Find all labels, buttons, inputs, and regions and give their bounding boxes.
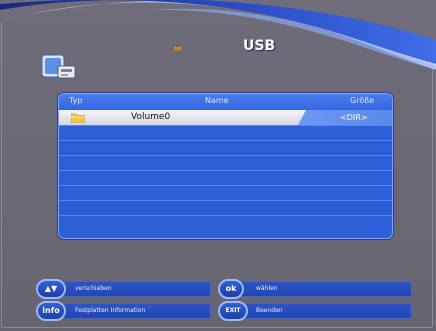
file-name: Volume0 <box>131 112 171 122</box>
ok-key[interactable]: ok <box>218 279 244 299</box>
hint-exit-label: Beenden <box>256 307 283 314</box>
folder-icon <box>71 113 85 123</box>
hint-move: ▲▼ verschieben <box>36 279 211 299</box>
usb-browser-screen: ››› USB Typ Name Größe Volume0 <DIR> ▲▼ … <box>0 0 436 331</box>
empty-list-row <box>59 215 392 230</box>
empty-list-row <box>59 200 392 215</box>
info-key[interactable]: info <box>36 301 66 321</box>
hint-info-label: Festplatten Information <box>75 307 146 314</box>
column-header-size: Größe <box>350 96 375 105</box>
hint-select-label: wählen <box>256 285 278 292</box>
empty-list-row <box>59 155 392 170</box>
empty-list-row <box>59 125 392 140</box>
hint-select: ok wählen <box>218 279 412 299</box>
usb-storage-icon <box>41 54 76 79</box>
page-title: USB <box>243 38 276 54</box>
column-header-type: Typ <box>69 96 83 105</box>
empty-list-row <box>59 185 392 200</box>
up-down-key[interactable]: ▲▼ <box>36 279 66 299</box>
file-row-volume0[interactable]: Volume0 <DIR> <box>59 110 392 125</box>
column-header-name: Name <box>205 96 229 105</box>
hint-move-label: verschieben <box>75 285 112 292</box>
empty-list-row <box>59 170 392 185</box>
hint-exit: EXIT Beenden <box>218 301 412 321</box>
empty-list-row <box>59 140 392 155</box>
exit-key[interactable]: EXIT <box>218 301 248 321</box>
file-size: <DIR> <box>340 113 368 122</box>
file-list-header: Typ Name Größe <box>59 94 392 110</box>
file-list-panel: Typ Name Größe Volume0 <DIR> <box>58 93 393 239</box>
hint-info: info Festplatten Information <box>36 301 211 321</box>
